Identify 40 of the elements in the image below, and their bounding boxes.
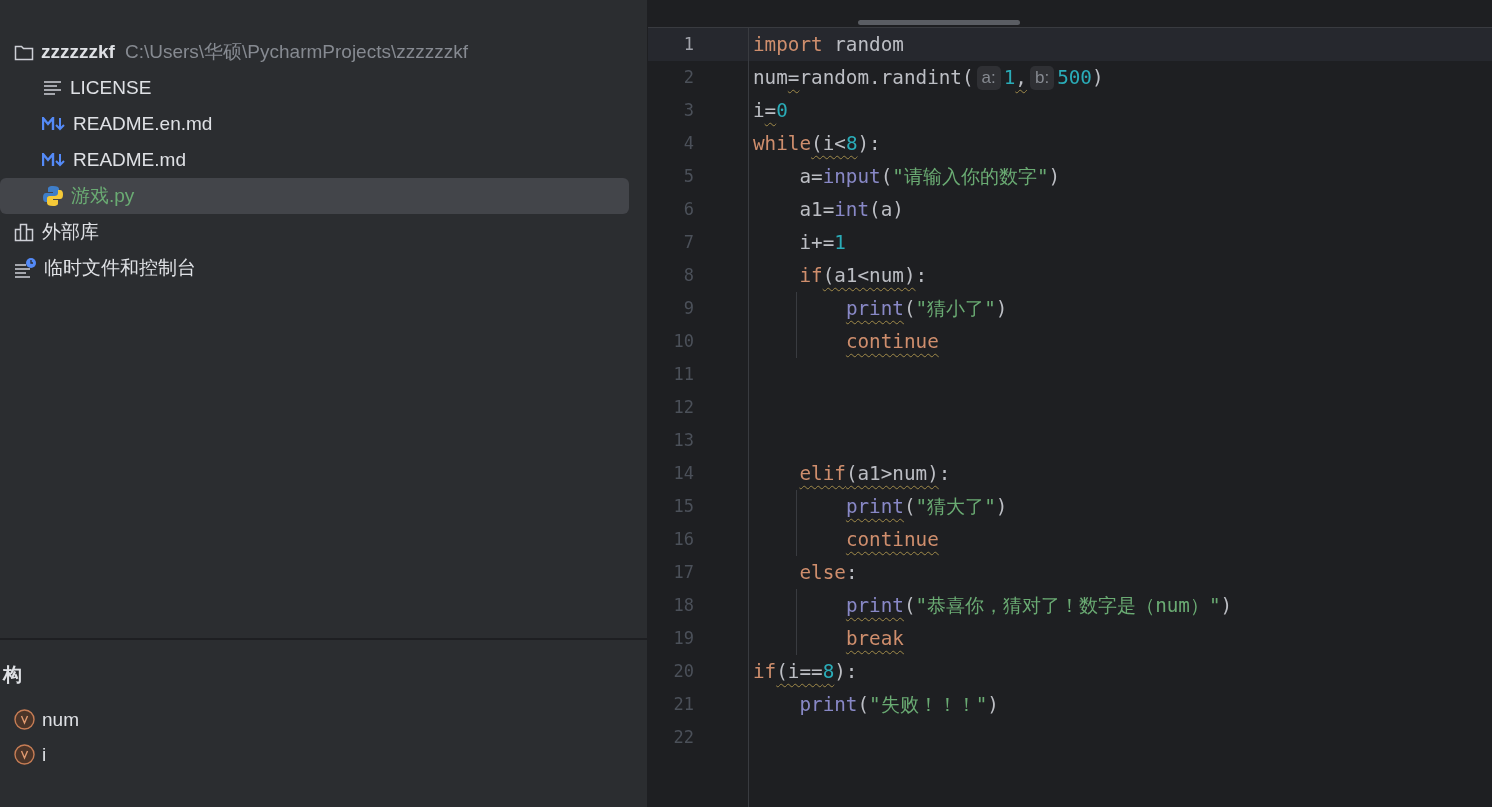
code-line: while(i<8): <box>753 131 881 157</box>
structure-item[interactable]: num <box>42 708 79 731</box>
code-line: print("猜小了") <box>844 296 1008 322</box>
code-line: a1=int(a) <box>798 197 904 223</box>
code-line: else: <box>798 560 858 586</box>
tree-item[interactable]: 临时文件和控制台 <box>44 255 196 281</box>
code-line: a=input("请输入你的数字") <box>798 164 1061 190</box>
code-line: print("失败！！！") <box>798 692 999 718</box>
line-number: 1 <box>648 28 748 61</box>
code-line: break <box>844 626 904 652</box>
code-line: i=0 <box>753 98 788 124</box>
code-line: elif(a1>num): <box>798 461 951 487</box>
code-line: if(a1<num): <box>798 263 928 289</box>
python-icon <box>42 185 64 207</box>
markdown-icon <box>42 153 66 167</box>
structure-item[interactable]: i <box>42 743 47 766</box>
tab-scrollbar[interactable] <box>858 20 1020 25</box>
folder-icon <box>14 43 34 61</box>
library-icon <box>14 222 35 242</box>
variable-icon <box>14 744 35 765</box>
code-line: if(i==8): <box>753 659 858 685</box>
text-file-icon <box>42 80 63 96</box>
panel-title: 构 <box>1 662 23 687</box>
scratches-icon <box>14 258 37 278</box>
code-line: continue <box>844 329 939 355</box>
code-line: print("恭喜你，猜对了！数字是（num）") <box>844 593 1233 619</box>
tree-item[interactable]: 外部库 <box>42 219 99 245</box>
file-item[interactable]: README.en.md <box>0 106 629 142</box>
code-line: import random <box>753 32 904 58</box>
project-path: C:\Users\华硕\PycharmProjects\zzzzzzkf <box>124 40 468 64</box>
file-item[interactable]: README.md <box>0 142 629 178</box>
project-name: zzzzzzkf <box>41 41 115 63</box>
code-line: num=random.randint( a: 1, b: 500) <box>753 64 1104 92</box>
file-item[interactable]: 游戏.py <box>0 178 629 214</box>
code-line: print("猜大了") <box>844 494 1008 520</box>
code-line: continue <box>844 527 939 553</box>
code-line: i+=1 <box>798 230 846 256</box>
markdown-icon <box>42 117 66 131</box>
variable-icon <box>14 709 35 730</box>
file-item[interactable]: LICENSE <box>0 70 629 106</box>
